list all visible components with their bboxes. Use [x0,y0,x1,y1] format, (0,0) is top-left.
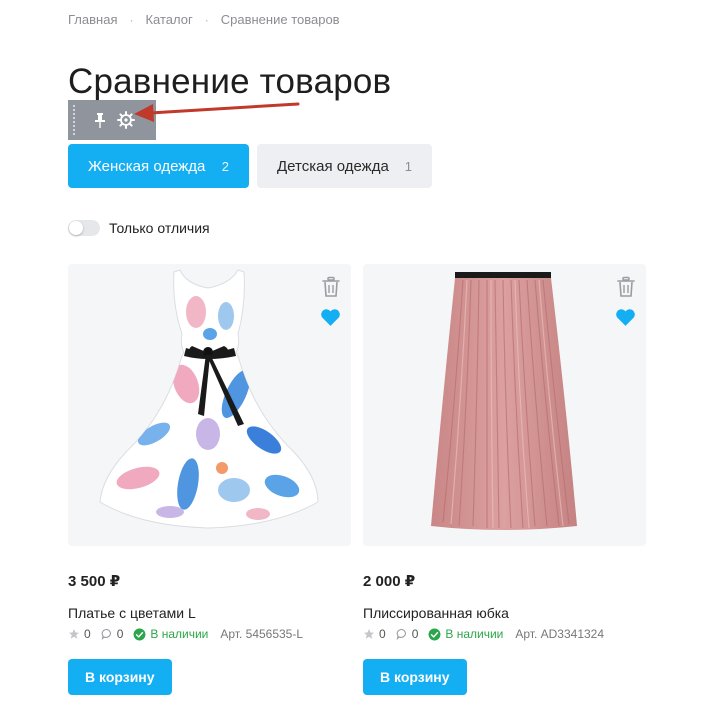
breadcrumb-separator: · [204,12,209,27]
stock-status: В наличии [150,627,209,641]
add-to-cart-button[interactable]: В корзину [363,659,467,695]
product-name[interactable]: Плиссированная юбка [363,605,509,621]
product-name[interactable]: Платье с цветами L [68,605,196,621]
product-meta: 0 0 В наличии Арт. AD3341324 [363,627,604,641]
product-image-box[interactable] [363,264,646,546]
product-price: 3 500 ₽ [68,573,121,590]
breadcrumb-current: Сравнение товаров [220,12,340,27]
tab-label: Детская одежда [277,157,389,175]
product-card: 2 000 ₽ Плиссированная юбка 0 0 В наличи… [363,264,646,695]
check-circle-icon [428,628,441,640]
breadcrumb: Главная · Каталог · Сравнение товаров [68,12,340,27]
trash-icon[interactable] [321,276,341,298]
only-differences-filter: Только отличия [68,220,210,236]
product-price: 2 000 ₽ [363,573,416,590]
reviews-count: 0 [116,627,124,641]
tab-count: 2 [221,158,229,174]
category-tabs: Женская одежда 2 Детская одежда 1 [68,144,432,188]
only-differences-label[interactable]: Только отличия [109,220,210,236]
heart-icon[interactable] [320,308,341,327]
reviews-count: 0 [411,627,419,641]
tab-kids-clothing[interactable]: Детская одежда 1 [257,144,432,188]
product-meta: 0 0 В наличии Арт. 5456535-L [68,627,303,641]
pleated-skirt-image[interactable] [363,264,646,546]
page-title: Сравнение товаров [68,62,392,101]
breadcrumb-separator: · [129,12,134,27]
only-differences-toggle[interactable] [68,220,100,236]
grip-icon[interactable] [72,104,77,136]
floral-dress-image[interactable] [68,264,351,546]
gear-icon[interactable] [116,109,136,131]
breadcrumb-catalog[interactable]: Каталог [145,12,192,27]
admin-toolbar [68,100,156,140]
product-card: 3 500 ₽ Платье с цветами L 0 0 В наличии… [68,264,351,695]
trash-icon[interactable] [616,276,636,298]
heart-icon[interactable] [615,308,636,327]
product-image-box[interactable] [68,264,351,546]
tab-count: 1 [404,158,412,174]
check-circle-icon [133,628,146,640]
breadcrumb-home[interactable]: Главная [68,12,117,27]
star-icon [69,629,79,639]
pin-icon[interactable] [92,110,108,130]
tab-label: Женская одежда [88,157,206,175]
comment-icon [396,628,406,640]
tab-womens-clothing[interactable]: Женская одежда 2 [68,144,249,188]
rating-value: 0 [84,627,91,641]
star-icon [364,629,374,639]
product-sku: Арт. 5456535-L [220,627,304,641]
stock-status: В наличии [445,627,504,641]
product-sku: Арт. AD3341324 [515,627,605,641]
add-to-cart-button[interactable]: В корзину [68,659,172,695]
comment-icon [101,628,111,640]
rating-value: 0 [379,627,386,641]
